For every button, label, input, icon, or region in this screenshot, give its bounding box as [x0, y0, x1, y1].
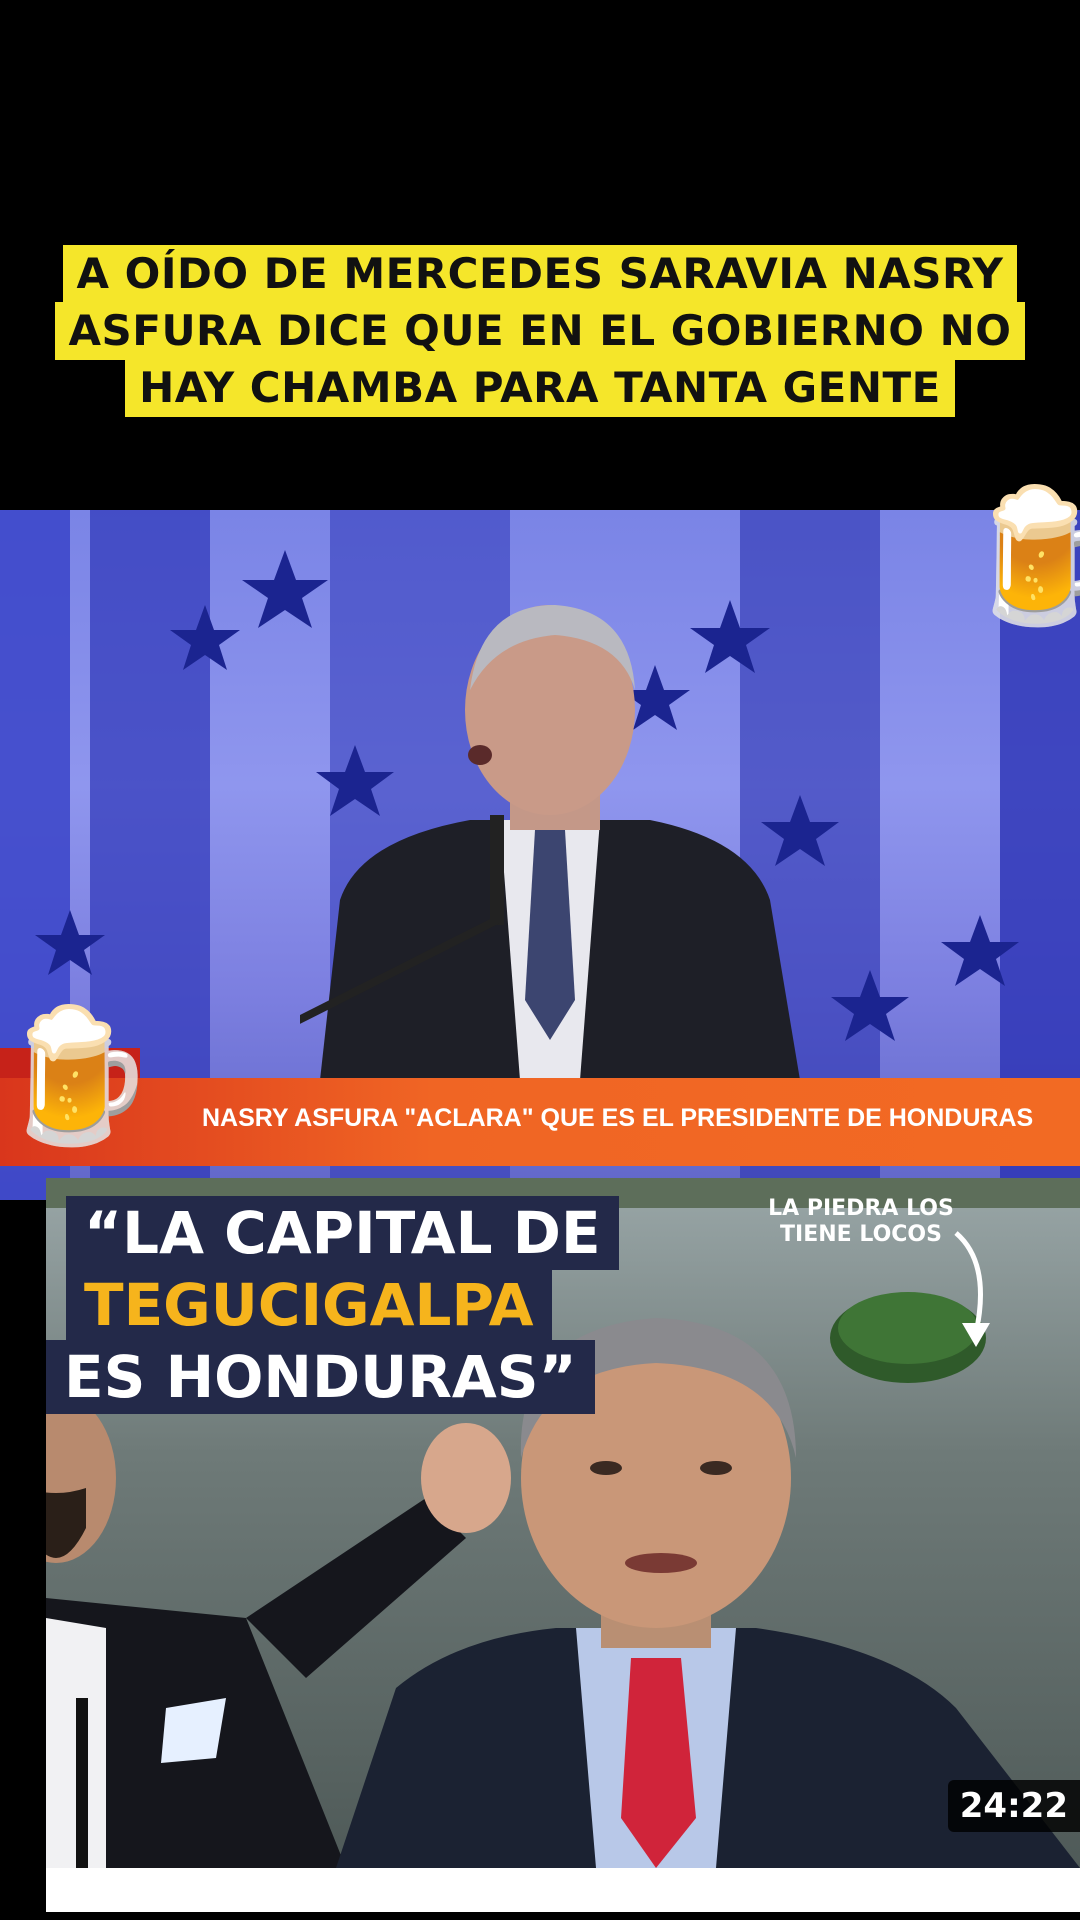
- thumbnail-title-line-1: “LA CAPITAL DE: [66, 1196, 619, 1270]
- thumbnail-title-line-2: TEGUCIGALPA: [66, 1268, 552, 1342]
- thumbnail-annotation: LA PIEDRA LOS TIENE LOCOS: [768, 1196, 954, 1247]
- thumbnail-bottom-border: [46, 1868, 1080, 1912]
- speaker-figure: [300, 605, 800, 1080]
- beer-mug-icon: 🍺: [960, 479, 1080, 631]
- video-thumbnail[interactable]: “LA CAPITAL DE TEGUCIGALPA ES HONDURAS” …: [46, 1178, 1080, 1868]
- beer-mug-icon: 🍺: [0, 999, 156, 1151]
- thumbnail-title-line-3: ES HONDURAS”: [46, 1340, 595, 1414]
- caption-line-2: ASFURA DICE QUE EN EL GOBIERNO NO: [54, 302, 1026, 360]
- caption-line-1: A OÍDO DE MERCEDES SARAVIA NASRY: [62, 245, 1018, 303]
- caption-line-3: HAY CHAMBA PARA TANTA GENTE: [125, 359, 955, 417]
- video-duration-badge: 24:22: [947, 1780, 1080, 1832]
- ticker-text: NASRY ASFURA "ACLARA" QUE ES EL PRESIDEN…: [202, 1104, 1034, 1132]
- curved-arrow-icon: [954, 1231, 990, 1347]
- news-clip-frame[interactable]: NASRY ASFURA "ACLARA" QUE ES EL PRESIDEN…: [0, 510, 1080, 1200]
- news-ticker: NASRY ASFURA "ACLARA" QUE ES EL PRESIDEN…: [0, 1078, 1080, 1166]
- video-caption: A OÍDO DE MERCEDES SARAVIA NASRY ASFURA …: [0, 245, 1080, 417]
